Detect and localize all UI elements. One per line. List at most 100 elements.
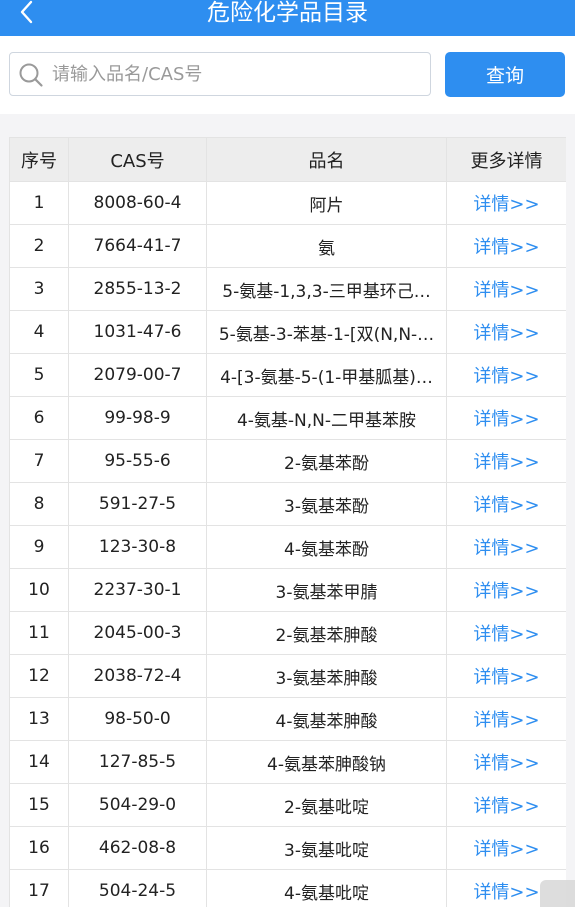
table-row[interactable]: 15 504-29-0 2-氨基吡啶 详情>> <box>9 783 566 827</box>
cell-name: 3-氨基吡啶 <box>206 826 447 870</box>
query-button[interactable]: 查询 <box>445 52 565 97</box>
details-link[interactable]: 详情>> <box>473 323 539 344</box>
table-row[interactable]: 6 99-98-9 4-氨基-N,N-二甲基苯胺 详情>> <box>9 396 566 440</box>
cell-name: 2-氨基吡啶 <box>206 783 447 827</box>
table-row[interactable]: 13 98-50-0 4-氨基苯胂酸 详情>> <box>9 697 566 741</box>
table-row[interactable]: 14 127-85-5 4-氨基苯胂酸钠 详情>> <box>9 740 566 784</box>
cell-number: 7 <box>9 439 69 483</box>
search-icon <box>19 63 43 87</box>
cell-cas: 99-98-9 <box>68 396 207 440</box>
cell-details: 详情>> <box>446 310 566 354</box>
details-link[interactable]: 详情>> <box>473 667 539 688</box>
cell-cas: 2237-30-1 <box>68 568 207 612</box>
cell-number: 16 <box>9 826 69 870</box>
cell-number: 2 <box>9 224 69 268</box>
column-header-name: 品名 <box>206 137 447 182</box>
table-row[interactable]: 16 462-08-8 3-氨基吡啶 详情>> <box>9 826 566 870</box>
details-link[interactable]: 详情>> <box>473 581 539 602</box>
cell-cas: 98-50-0 <box>68 697 207 741</box>
cell-name: 4-[3-氨基-5-(1-甲基胍基)… <box>206 353 447 397</box>
cell-number: 17 <box>9 869 69 907</box>
cell-cas: 7664-41-7 <box>68 224 207 268</box>
cell-name: 4-氨基苯胂酸 <box>206 697 447 741</box>
cell-name: 5-氨基-1,3,3-三甲基环己… <box>206 267 447 311</box>
cell-number: 4 <box>9 310 69 354</box>
scroll-indicator[interactable] <box>540 880 575 907</box>
table-row[interactable]: 3 2855-13-2 5-氨基-1,3,3-三甲基环己… 详情>> <box>9 267 566 311</box>
chemical-table[interactable]: 序号 CAS号 品名 更多详情 1 8008-60-4 阿片 详情>> 2 7664-41… <box>9 137 566 907</box>
search-bar: 查询 <box>0 36 575 114</box>
cell-name: 氨 <box>206 224 447 268</box>
cell-cas: 2045-00-3 <box>68 611 207 655</box>
cell-cas: 504-29-0 <box>68 783 207 827</box>
cell-details: 详情>> <box>446 826 566 870</box>
cell-details: 详情>> <box>446 697 566 741</box>
details-link[interactable]: 详情>> <box>473 194 539 215</box>
table-row[interactable]: 7 95-55-6 2-氨基苯酚 详情>> <box>9 439 566 483</box>
details-link[interactable]: 详情>> <box>473 452 539 473</box>
cell-details: 详情>> <box>446 181 566 225</box>
table-row[interactable]: 8 591-27-5 3-氨基苯酚 详情>> <box>9 482 566 526</box>
cell-name: 4-氨基吡啶 <box>206 869 447 907</box>
cell-number: 13 <box>9 697 69 741</box>
cell-cas: 127-85-5 <box>68 740 207 784</box>
cell-details: 详情>> <box>446 525 566 569</box>
cell-cas: 504-24-5 <box>68 869 207 907</box>
top-bar: 危险化学品目录 <box>0 0 575 36</box>
cell-details: 详情>> <box>446 439 566 483</box>
cell-cas: 123-30-8 <box>68 525 207 569</box>
table-row[interactable]: 9 123-30-8 4-氨基苯酚 详情>> <box>9 525 566 569</box>
details-link[interactable]: 详情>> <box>473 710 539 731</box>
details-link[interactable]: 详情>> <box>473 409 539 430</box>
cell-number: 8 <box>9 482 69 526</box>
table-row[interactable]: 17 504-24-5 4-氨基吡啶 详情>> <box>9 869 566 907</box>
cell-cas: 2079-00-7 <box>68 353 207 397</box>
details-link[interactable]: 详情>> <box>473 753 539 774</box>
cell-name: 4-氨基苯酚 <box>206 525 447 569</box>
cell-cas: 95-55-6 <box>68 439 207 483</box>
search-box[interactable] <box>9 52 431 96</box>
cell-number: 10 <box>9 568 69 612</box>
table-row[interactable]: 5 2079-00-7 4-[3-氨基-5-(1-甲基胍基)… 详情>> <box>9 353 566 397</box>
details-link[interactable]: 详情>> <box>473 366 539 387</box>
cell-number: 6 <box>9 396 69 440</box>
details-link[interactable]: 详情>> <box>473 839 539 860</box>
cell-number: 11 <box>9 611 69 655</box>
table-row[interactable]: 12 2038-72-4 3-氨基苯胂酸 详情>> <box>9 654 566 698</box>
cell-name: 5-氨基-3-苯基-1-[双(N,N-… <box>206 310 447 354</box>
table-row[interactable]: 2 7664-41-7 氨 详情>> <box>9 224 566 268</box>
cell-name: 阿片 <box>206 181 447 225</box>
cell-name: 4-氨基-N,N-二甲基苯胺 <box>206 396 447 440</box>
cell-name: 3-氨基苯甲腈 <box>206 568 447 612</box>
cell-details: 详情>> <box>446 482 566 526</box>
cell-details: 详情>> <box>446 353 566 397</box>
table-row[interactable]: 10 2237-30-1 3-氨基苯甲腈 详情>> <box>9 568 566 612</box>
cell-number: 12 <box>9 654 69 698</box>
search-input[interactable] <box>52 59 422 89</box>
cell-name: 2-氨基苯胂酸 <box>206 611 447 655</box>
cell-name: 3-氨基苯酚 <box>206 482 447 526</box>
column-header-cas: CAS号 <box>68 137 207 182</box>
cell-number: 9 <box>9 525 69 569</box>
cell-details: 详情>> <box>446 568 566 612</box>
details-link[interactable]: 详情>> <box>473 538 539 559</box>
details-link[interactable]: 详情>> <box>473 280 539 301</box>
table-row[interactable]: 4 1031-47-6 5-氨基-3-苯基-1-[双(N,N-… 详情>> <box>9 310 566 354</box>
cell-number: 15 <box>9 783 69 827</box>
cell-cas: 8008-60-4 <box>68 181 207 225</box>
table-row[interactable]: 11 2045-00-3 2-氨基苯胂酸 详情>> <box>9 611 566 655</box>
details-link[interactable]: 详情>> <box>473 882 539 903</box>
cell-details: 详情>> <box>446 740 566 784</box>
cell-name: 3-氨基苯胂酸 <box>206 654 447 698</box>
cell-number: 3 <box>9 267 69 311</box>
details-link[interactable]: 详情>> <box>473 624 539 645</box>
cell-name: 2-氨基苯酚 <box>206 439 447 483</box>
table-row[interactable]: 1 8008-60-4 阿片 详情>> <box>9 181 566 225</box>
cell-number: 5 <box>9 353 69 397</box>
details-link[interactable]: 详情>> <box>473 796 539 817</box>
cell-name: 4-氨基苯胂酸钠 <box>206 740 447 784</box>
details-link[interactable]: 详情>> <box>473 237 539 258</box>
details-link[interactable]: 详情>> <box>473 495 539 516</box>
page-title: 危险化学品目录 <box>207 0 368 26</box>
cell-cas: 1031-47-6 <box>68 310 207 354</box>
